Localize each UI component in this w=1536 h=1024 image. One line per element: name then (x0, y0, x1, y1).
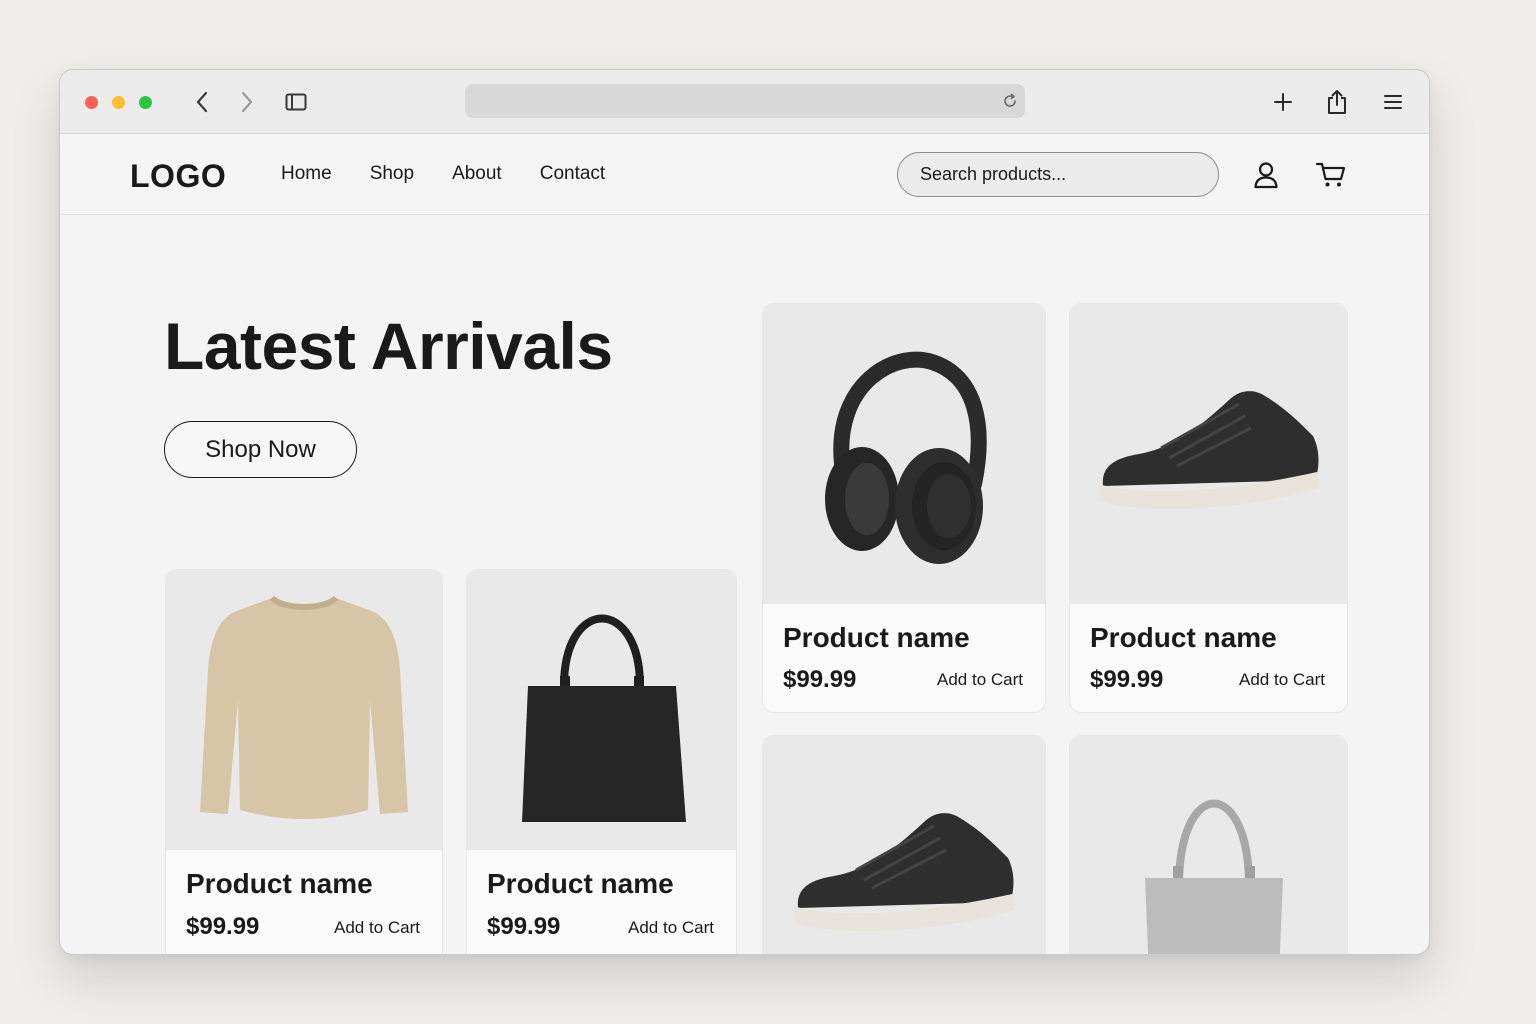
product-price: $99.99 (1090, 666, 1164, 693)
product-price: $99.99 (487, 913, 561, 940)
product-price: $99.99 (186, 913, 260, 940)
maximize-window-button[interactable] (139, 96, 152, 109)
sidebar-icon (285, 93, 307, 111)
sneaker-image (1098, 391, 1319, 509)
product-image (1070, 304, 1347, 604)
product-image (763, 304, 1045, 604)
add-to-cart-button[interactable]: Add to Cart (1239, 670, 1325, 690)
shop-now-button[interactable]: Shop Now (164, 421, 357, 478)
reload-icon[interactable] (1001, 92, 1019, 110)
add-to-cart-button[interactable]: Add to Cart (334, 918, 420, 938)
forward-button[interactable] (232, 87, 262, 117)
nav-about-link[interactable]: About (452, 163, 502, 185)
cart-icon (1315, 162, 1346, 187)
add-to-cart-button[interactable]: Add to Cart (937, 670, 1023, 690)
menu-button[interactable] (1378, 87, 1408, 117)
chevron-right-icon (241, 91, 253, 113)
nav-shop-link[interactable]: Shop (370, 163, 414, 185)
tote-bag-image (1144, 799, 1283, 954)
site-logo[interactable]: LOGO (130, 158, 226, 195)
sidebar-toggle-button[interactable] (281, 87, 311, 117)
product-name[interactable]: Product name (186, 868, 373, 900)
headphones-image (825, 351, 987, 564)
close-window-button[interactable] (85, 96, 98, 109)
add-to-cart-button[interactable]: Add to Cart (628, 918, 714, 938)
chevron-left-icon (196, 91, 208, 113)
product-card[interactable] (762, 735, 1046, 954)
plus-icon (1274, 93, 1292, 111)
main-nav: Home Shop About Contact (281, 163, 643, 185)
product-price: $99.99 (783, 666, 857, 693)
hero-title: Latest Arrivals (164, 309, 613, 383)
menu-icon (1384, 95, 1402, 109)
product-card[interactable]: Product name $99.99 Add to Cart (762, 303, 1046, 713)
site-header: LOGO Home Shop About Contact (60, 134, 1429, 215)
search-input[interactable] (897, 152, 1219, 197)
product-image (763, 736, 1045, 954)
new-tab-button[interactable] (1268, 87, 1298, 117)
minimize-window-button[interactable] (112, 96, 125, 109)
sneaker-image (794, 813, 1014, 931)
product-card[interactable]: Product name $99.99 Add to Cart (165, 569, 443, 954)
product-card[interactable]: Product name $99.99 Add to Cart (1069, 303, 1348, 713)
user-icon (1254, 162, 1278, 189)
nav-home-link[interactable]: Home (281, 163, 332, 185)
browser-toolbar (60, 70, 1429, 134)
product-name[interactable]: Product name (487, 868, 674, 900)
sweater-image (200, 595, 408, 819)
back-button[interactable] (187, 87, 217, 117)
handbag-image (521, 614, 686, 822)
product-image (467, 570, 736, 850)
product-image (166, 570, 442, 850)
product-name[interactable]: Product name (1090, 622, 1277, 654)
cart-button[interactable] (1314, 158, 1348, 192)
product-card[interactable]: Product name $99.99 Add to Cart (466, 569, 737, 954)
product-card[interactable] (1069, 735, 1348, 954)
product-image (1070, 736, 1347, 954)
browser-window: LOGO Home Shop About Contact Latest Arri… (59, 69, 1430, 955)
share-button[interactable] (1322, 87, 1352, 117)
address-bar[interactable] (465, 84, 1025, 118)
product-name[interactable]: Product name (783, 622, 970, 654)
nav-contact-link[interactable]: Contact (540, 163, 605, 185)
account-button[interactable] (1249, 158, 1283, 192)
share-icon (1328, 90, 1346, 114)
